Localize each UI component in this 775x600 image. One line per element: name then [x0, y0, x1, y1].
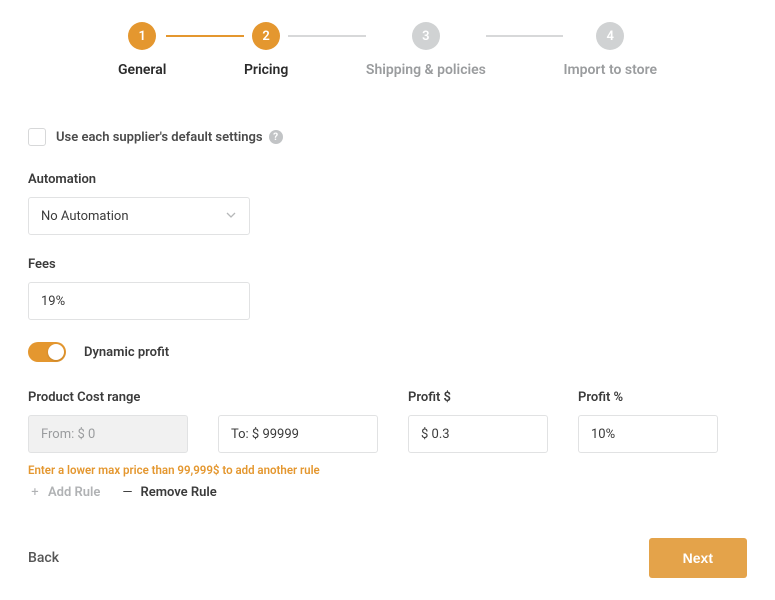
- step-connector-3: [486, 35, 564, 37]
- range-from-input[interactable]: From: $ 0: [28, 415, 188, 453]
- pricing-form: Use each supplier's default settings ? A…: [28, 128, 747, 500]
- fees-value: 19%: [41, 294, 65, 309]
- step-circle-2: 2: [252, 22, 280, 50]
- remove-rule-button[interactable]: — Remove Rule: [120, 485, 216, 500]
- supplier-default-label-text: Use each supplier's default settings: [56, 130, 263, 145]
- range-header: Product Cost range: [28, 390, 378, 405]
- step-pricing[interactable]: 2 Pricing: [244, 22, 288, 78]
- step-import[interactable]: 4 Import to store: [563, 22, 657, 78]
- range-to-input[interactable]: To: $ 99999: [218, 415, 378, 453]
- step-label-1: General: [118, 62, 166, 78]
- dynamic-profit-row: Dynamic profit: [28, 342, 747, 362]
- profit-dollar-input[interactable]: $ 0.3: [408, 415, 548, 453]
- toggle-knob: [48, 344, 64, 360]
- dynamic-profit-toggle[interactable]: [28, 342, 66, 362]
- add-rule-button[interactable]: + Add Rule: [28, 485, 100, 500]
- help-icon[interactable]: ?: [269, 130, 283, 144]
- wizard-footer: Back Next: [28, 538, 747, 578]
- range-inputs: From: $ 0 To: $ 99999: [28, 415, 378, 453]
- wizard-stepper: 1 General 2 Pricing 3 Shipping & policie…: [28, 22, 747, 78]
- dynamic-profit-label: Dynamic profit: [84, 345, 169, 360]
- rule-inputs-row: From: $ 0 To: $ 99999 $ 0.3 10%: [28, 415, 747, 453]
- supplier-default-label: Use each supplier's default settings ?: [56, 130, 283, 145]
- step-connector-2: [288, 35, 366, 37]
- step-label-4: Import to store: [563, 62, 657, 78]
- add-rule-label: Add Rule: [48, 485, 100, 500]
- step-circle-3: 3: [412, 22, 440, 50]
- chevron-down-icon: [225, 209, 237, 224]
- step-label-2: Pricing: [244, 62, 288, 78]
- step-shipping[interactable]: 3 Shipping & policies: [366, 22, 486, 78]
- step-label-3: Shipping & policies: [366, 62, 486, 78]
- rule-actions: + Add Rule — Remove Rule: [28, 485, 747, 500]
- automation-label: Automation: [28, 172, 747, 187]
- fees-field: Fees 19%: [28, 257, 747, 320]
- supplier-default-checkbox[interactable]: [28, 128, 46, 146]
- fees-label: Fees: [28, 257, 747, 272]
- step-general[interactable]: 1 General: [118, 22, 166, 78]
- minus-icon: —: [120, 485, 134, 500]
- automation-value: No Automation: [41, 209, 129, 224]
- next-button[interactable]: Next: [649, 538, 747, 578]
- plus-icon: +: [28, 485, 42, 500]
- supplier-default-checkbox-row: Use each supplier's default settings ?: [28, 128, 747, 146]
- columns-header-row: Product Cost range Profit $ Profit %: [28, 390, 747, 415]
- rule-hint: Enter a lower max price than 99,999$ to …: [28, 463, 747, 477]
- automation-field: Automation No Automation: [28, 172, 747, 235]
- automation-select[interactable]: No Automation: [28, 197, 250, 235]
- step-circle-4: 4: [596, 22, 624, 50]
- fees-input[interactable]: 19%: [28, 282, 250, 320]
- profit-dollar-header: Profit $: [408, 390, 548, 405]
- back-button[interactable]: Back: [28, 550, 59, 566]
- step-connector-1: [166, 35, 244, 37]
- remove-rule-label: Remove Rule: [140, 485, 216, 500]
- step-circle-1: 1: [128, 22, 156, 50]
- profit-percent-header: Profit %: [578, 390, 718, 405]
- profit-percent-input[interactable]: 10%: [578, 415, 718, 453]
